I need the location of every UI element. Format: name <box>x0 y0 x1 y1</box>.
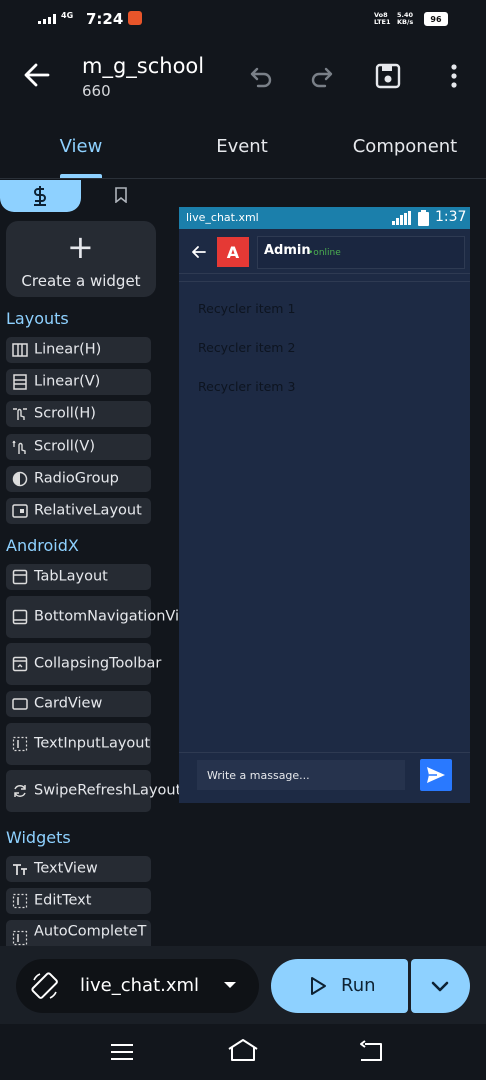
preview-file-name: live_chat.xml <box>186 211 259 224</box>
palette-item-label: TextInputLayout <box>34 735 151 752</box>
send-button[interactable] <box>420 759 452 791</box>
palette-item-collapsingtoolbar[interactable]: CollapsingToolbar <box>6 643 162 685</box>
text-input-icon <box>12 736 28 752</box>
scroll-vertical-icon <box>12 440 26 454</box>
battery-icon: 96 <box>424 12 448 26</box>
bookmark-icon[interactable] <box>114 187 128 203</box>
tab-event[interactable]: Event <box>200 136 284 157</box>
chat-back-icon[interactable] <box>191 244 207 260</box>
message-input[interactable]: Write a massage... <box>197 760 405 790</box>
avatar[interactable]: A <box>217 237 249 267</box>
home-icon[interactable] <box>227 1038 259 1062</box>
play-icon <box>311 977 326 995</box>
palette-item-label: RelativeLayout <box>34 502 142 519</box>
send-icon <box>427 767 445 783</box>
section-title-layouts: Layouts <box>6 309 69 328</box>
palette-item-label: EditText <box>34 892 92 909</box>
palette-item-label: CollapsingToolbar <box>34 655 162 672</box>
run-button[interactable] <box>271 959 408 1013</box>
section-title-androidx: AndroidX <box>6 536 79 555</box>
back-nav-icon[interactable] <box>357 1040 383 1062</box>
recycler-item[interactable]: Recycler item 3 <box>198 379 295 394</box>
tab-layout-icon <box>12 569 28 585</box>
create-widget-label: Create a widget <box>21 272 141 290</box>
text-view-icon <box>13 864 27 875</box>
palette-item-edittext[interactable]: EditText <box>6 888 151 914</box>
widget-palette-icon <box>34 186 46 206</box>
palette-item-textview[interactable]: TextView <box>6 856 151 882</box>
chat-user-name: Admin <box>264 243 311 258</box>
collapsing-toolbar-icon <box>12 656 28 672</box>
edit-text-icon <box>12 893 28 909</box>
network-speed: 5.40 KB/s <box>397 11 414 26</box>
palette-item-linear-v[interactable]: Linear(V) <box>6 369 151 395</box>
network-type: 4G <box>61 11 74 20</box>
volte-indicator: Vo8 LTE1 <box>374 11 391 26</box>
dropdown-arrow-icon[interactable] <box>223 980 237 990</box>
palette-item-cardview[interactable]: CardView <box>6 691 151 717</box>
screen-rotation-icon[interactable] <box>30 971 60 1001</box>
recycler-item[interactable]: Recycler item 1 <box>198 301 295 316</box>
layout-preview[interactable] <box>179 207 470 803</box>
app-notification-icon <box>128 11 142 25</box>
preview-battery-icon <box>418 210 429 226</box>
tab-view[interactable]: View <box>40 136 122 157</box>
linear-horizontal-icon <box>12 343 28 357</box>
redo-icon[interactable] <box>309 62 337 90</box>
section-title-widgets: Widgets <box>6 828 71 847</box>
palette-item-label: Scroll(V) <box>34 438 95 455</box>
card-view-icon <box>12 698 28 710</box>
palette-item-scroll-h[interactable]: Scroll(H) <box>6 401 151 427</box>
palette-item-label: Scroll(H) <box>34 405 96 422</box>
undo-icon[interactable] <box>246 62 274 90</box>
online-status: •online <box>308 248 341 258</box>
palette-item-label: CardView <box>34 695 103 712</box>
preview-clock: 1:37 <box>435 209 467 225</box>
palette-item-textinputlayout[interactable]: TextInputLayout <box>6 723 151 765</box>
more-options-icon[interactable] <box>440 62 468 90</box>
palette-item-relativelayout[interactable]: RelativeLayout <box>6 498 151 524</box>
refresh-icon <box>14 785 26 797</box>
recycler-item[interactable]: Recycler item 2 <box>198 340 295 355</box>
palette-item-label: BottomNavigationView <box>34 608 200 625</box>
palette-item-bottomnavigationview[interactable]: BottomNavigationView <box>6 596 200 638</box>
preview-signal-icon <box>392 211 411 225</box>
save-icon[interactable] <box>374 62 402 90</box>
relative-layout-icon <box>12 504 28 518</box>
project-title: m_g_school <box>82 54 205 78</box>
palette-item-label: Linear(V) <box>34 373 101 390</box>
run-label: Run <box>341 975 376 996</box>
signal-icon <box>38 14 56 24</box>
tab-divider <box>0 178 486 179</box>
chevron-down-icon <box>431 981 449 992</box>
palette-item-label: Linear(H) <box>34 341 102 358</box>
palette-item-tablayout[interactable]: TabLayout <box>6 564 151 590</box>
scroll-horizontal-icon <box>13 408 27 420</box>
current-file-name: live_chat.xml <box>80 975 200 996</box>
palette-item-label: SwipeRefreshLayout <box>34 782 182 799</box>
palette-item-label: RadioGroup <box>34 470 119 487</box>
project-id: 660 <box>82 82 111 100</box>
palette-item-swiperefreshlayout[interactable]: SwipeRefreshLayout <box>6 770 182 812</box>
palette-item-radiogroup[interactable]: RadioGroup <box>6 466 151 492</box>
autocomplete-icon <box>12 931 28 946</box>
palette-item-autocompletetextview[interactable]: AutoCompleteT <box>6 920 151 946</box>
palette-item-linear-h[interactable]: Linear(H) <box>6 337 151 363</box>
bottom-navigation-icon <box>12 609 28 625</box>
palette-item-scroll-v[interactable]: Scroll(V) <box>6 434 151 460</box>
plus-icon: + <box>67 228 94 266</box>
palette-item-label: AutoCompleteT <box>34 923 147 940</box>
palette-item-label: TabLayout <box>34 568 108 585</box>
back-arrow-icon[interactable] <box>22 60 52 90</box>
recent-apps-icon[interactable] <box>110 1042 134 1062</box>
toolbar-divider <box>179 281 470 282</box>
run-options-button[interactable] <box>411 959 470 1013</box>
clock: 7:24 <box>86 10 124 28</box>
linear-vertical-icon <box>13 374 27 390</box>
tab-component[interactable]: Component <box>346 136 464 157</box>
palette-item-label: TextView <box>34 860 98 877</box>
radio-group-icon <box>12 471 28 487</box>
